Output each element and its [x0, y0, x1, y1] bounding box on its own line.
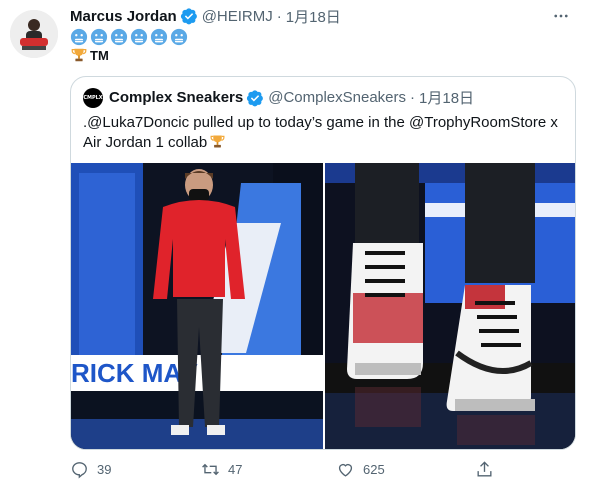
like-count: 625	[363, 462, 385, 477]
quoted-tweet-date[interactable]: 1月18日	[419, 87, 474, 108]
photo-luka-walking[interactable]: RICK MAV	[71, 163, 323, 450]
cold-face-emoji-icon	[110, 28, 128, 46]
tweet-action-bar: 39 47 625	[70, 460, 510, 480]
verified-badge-icon	[247, 89, 264, 106]
quoted-tweet-header: CMPLX Complex Sneakers @ComplexSneakers …	[83, 87, 474, 108]
quoted-author-avatar[interactable]: CMPLX	[83, 87, 103, 108]
author-handle[interactable]: @HEIRMJ	[202, 8, 273, 25]
quoted-author-name[interactable]: Complex Sneakers	[109, 89, 243, 106]
reply-count: 39	[97, 462, 112, 477]
retweet-icon	[202, 463, 219, 476]
quoted-author-handle[interactable]: @ComplexSneakers	[268, 89, 406, 106]
author-avatar[interactable]	[10, 10, 58, 58]
trophy-emoji-icon	[210, 135, 225, 148]
trophy-emoji-icon	[71, 48, 87, 62]
separator-dot: ·	[410, 89, 416, 106]
separator-dot: ·	[276, 7, 282, 25]
quoted-tweet-card[interactable]: CMPLX Complex Sneakers @ComplexSneakers …	[70, 76, 576, 450]
reply-icon	[72, 462, 87, 479]
verified-badge-icon	[180, 8, 197, 25]
reply-button[interactable]: 39	[70, 460, 111, 479]
tm-text: TM	[90, 47, 109, 63]
cold-face-emoji-icon	[130, 28, 148, 46]
complex-logo-icon: CMPLX	[83, 94, 103, 101]
author-name[interactable]: Marcus Jordan	[70, 8, 177, 25]
heart-icon	[338, 463, 353, 477]
tweet-date[interactable]: 1月18日	[286, 6, 341, 27]
cold-face-emoji-icon	[150, 28, 168, 46]
cold-face-emoji-icon	[170, 28, 188, 46]
retweet-button[interactable]: 47	[201, 460, 242, 479]
more-options-icon[interactable]	[549, 6, 573, 26]
like-button[interactable]: 625	[336, 460, 385, 479]
quoted-tweet-text: .@Luka7Doncic pulled up to today’s game …	[83, 113, 563, 153]
share-button[interactable]	[475, 460, 502, 479]
tweet-header: Marcus Jordan @HEIRMJ · 1月18日	[70, 6, 341, 26]
photo-sneakers-closeup[interactable]	[325, 163, 576, 450]
cold-face-emoji-icon	[70, 28, 88, 46]
share-icon	[477, 461, 492, 477]
avatar-image	[10, 10, 58, 58]
retweet-count: 47	[228, 462, 243, 477]
trophy-tm-line: TM	[70, 46, 109, 64]
emoji-row	[70, 28, 188, 46]
quoted-tweet-media: RICK MAV	[71, 163, 576, 450]
quoted-tweet-body: .@Luka7Doncic pulled up to today’s game …	[83, 114, 558, 151]
cold-face-emoji-icon	[90, 28, 108, 46]
